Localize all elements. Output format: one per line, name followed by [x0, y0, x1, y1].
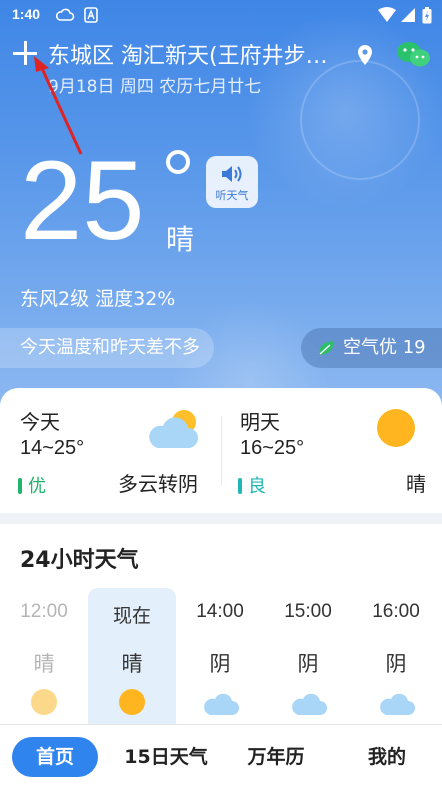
forecast-tomorrow[interactable]: 明天 16~25° [240, 406, 304, 460]
hour-time: 14:00 [196, 601, 244, 622]
hourly-title: 24小时天气 [20, 548, 139, 573]
sun-icon [119, 689, 145, 715]
hour-time: 16:00 [372, 601, 420, 622]
current-condition: 晴 [166, 223, 195, 256]
hour-weather: 晴 [121, 652, 143, 676]
listen-weather-label: 听天气 [215, 189, 249, 202]
hour-time: 现在 [112, 606, 151, 627]
air-quality-text: 空气优 19 [343, 337, 426, 358]
tab-home[interactable]: 首页 [12, 737, 98, 777]
aqi-label: 优 [28, 476, 46, 497]
signal-icon [401, 8, 415, 22]
hour-item[interactable]: 14:00 阴 [176, 588, 264, 728]
hour-item[interactable]: 15:00 阴 [264, 588, 352, 728]
location-name[interactable]: 东城区 淘汇新天(王府井步… [48, 38, 328, 70]
day-desc: 晴 [406, 472, 426, 496]
day-name: 今天 [20, 410, 60, 434]
current-temperature: 25 [20, 138, 145, 263]
hour-time: 12:00 [20, 601, 68, 622]
day-desc: 多云转阴 [118, 472, 198, 496]
cloud-icon [380, 693, 415, 715]
aqi-tomorrow: 良 [238, 472, 266, 498]
status-bar: 1:40 [0, 0, 442, 30]
temp-range: 16~25° [240, 437, 305, 459]
hourly-forecast: 24小时天气 12:00 晴 现在 晴 14:00 阴 15:00 阴 16:0… [0, 524, 442, 728]
wifi-icon [378, 7, 396, 22]
weather-tip[interactable]: 今天温度和昨天差不多 [0, 328, 214, 368]
cloud-icon [292, 693, 327, 715]
listen-weather-button[interactable]: 听天气 [206, 156, 258, 208]
tab-calendar[interactable]: 万年历 [232, 737, 320, 777]
location-pin-icon[interactable] [357, 44, 373, 66]
hour-weather: 晴 [33, 652, 55, 676]
divider [221, 416, 222, 486]
temp-range: 14~25° [20, 437, 85, 459]
aqi-today: 优 [18, 472, 46, 498]
bottom-tab-bar: 首页 15日天气 万年历 我的 [0, 724, 442, 787]
hour-weather: 阴 [209, 652, 231, 676]
speaker-icon [222, 166, 242, 182]
cloud-notification-icon [55, 8, 75, 21]
two-day-forecast: 今天 14~25° 优 多云转阴 明天 16~25° 良 晴 [0, 388, 442, 513]
air-quality-badge[interactable]: 空气优 19 [301, 328, 442, 368]
cloud-icon [204, 693, 239, 715]
hour-item[interactable]: 现在 晴 [88, 588, 176, 728]
tab-15-day[interactable]: 15日天气 [112, 737, 220, 777]
wechat-share-icon[interactable] [396, 40, 432, 70]
day-name: 明天 [240, 410, 280, 434]
hour-time: 15:00 [284, 601, 332, 622]
forecast-today[interactable]: 今天 14~25° [20, 406, 84, 460]
partly-cloudy-icon [149, 410, 198, 448]
degree-symbol [166, 150, 190, 174]
status-time: 1:40 [12, 6, 41, 22]
sun-icon [31, 689, 57, 715]
hour-weather: 阴 [297, 652, 319, 676]
aqi-label: 良 [248, 476, 266, 497]
leaf-icon [318, 341, 334, 355]
wind-humidity: 东风2级 湿度32% [20, 288, 176, 310]
hour-item[interactable]: 16:00 阴 [352, 588, 440, 728]
tab-mine[interactable]: 我的 [344, 737, 430, 777]
hour-item[interactable]: 12:00 晴 [0, 588, 88, 728]
sun-icon [377, 409, 415, 447]
battery-icon [422, 7, 432, 24]
text-notification-icon [84, 7, 98, 23]
hour-weather: 阴 [385, 652, 407, 676]
